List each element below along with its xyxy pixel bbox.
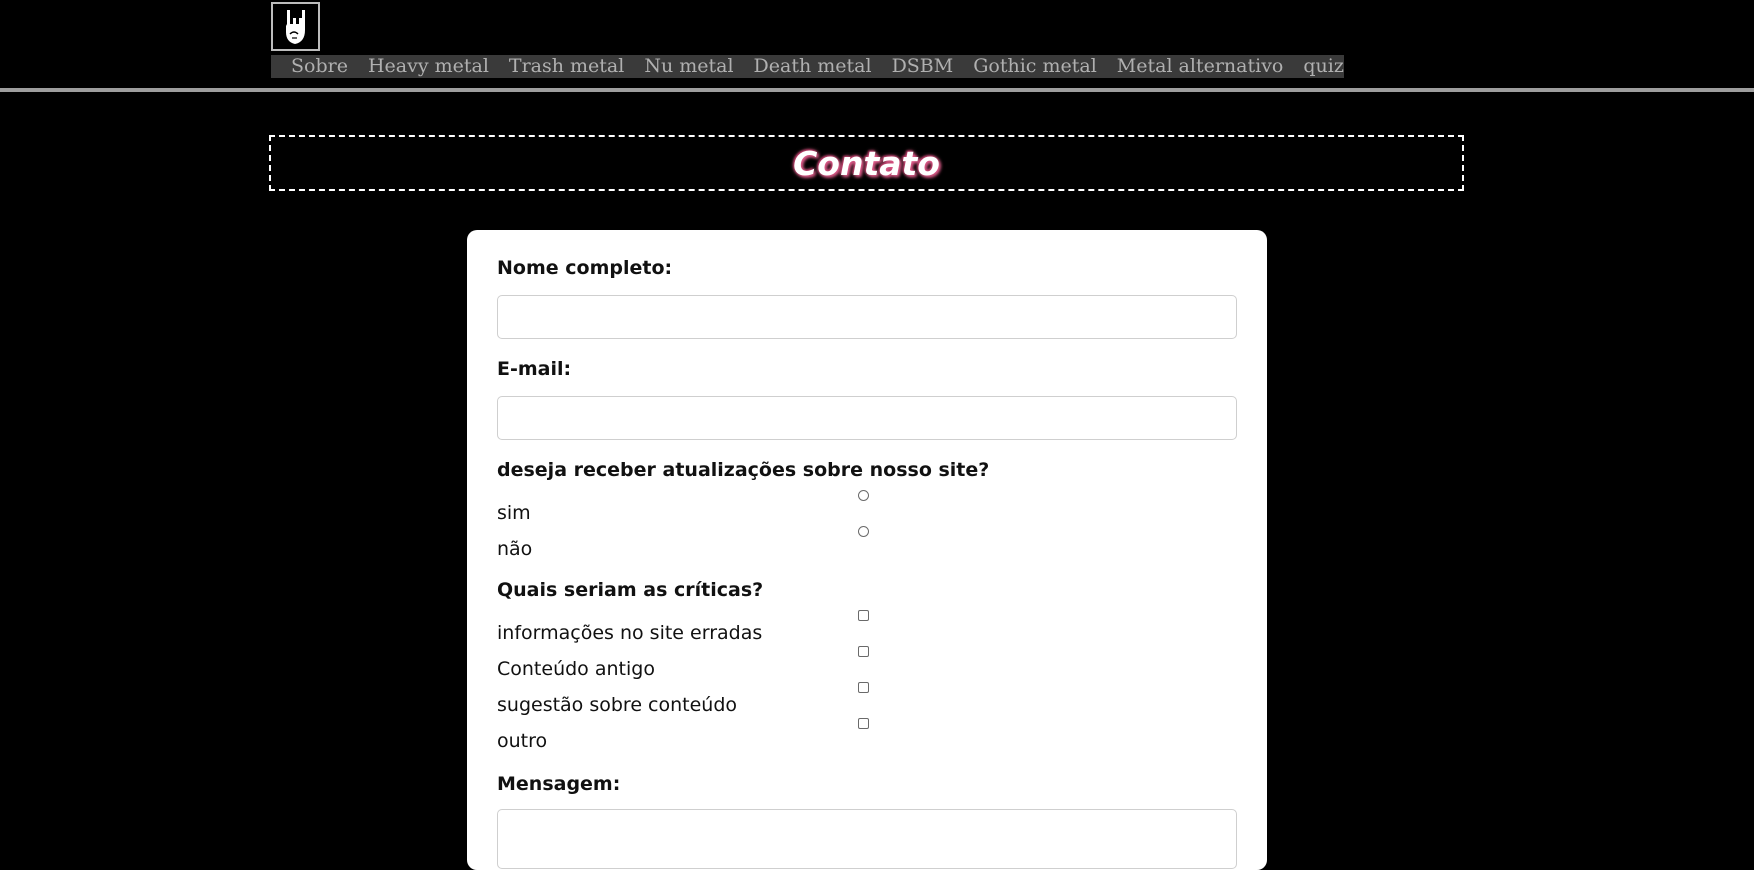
checkbox-outro-label: outro — [497, 730, 548, 752]
email-label: E-mail: — [497, 358, 572, 380]
rock-hand-icon — [273, 4, 318, 49]
main-nav: Sobre Heavy metal Trash metal Nu metal D… — [271, 55, 1344, 78]
checkbox-info-erradas-label: informações no site erradas — [497, 622, 763, 644]
name-input[interactable] — [497, 295, 1237, 339]
checkbox-sugestao-label: sugestão sobre conteúdo — [497, 694, 738, 716]
name-label: Nome completo: — [497, 257, 673, 279]
nav-item-nu-metal[interactable]: Nu metal — [644, 55, 733, 78]
radio-sim[interactable] — [858, 490, 869, 501]
checkbox-sugestao[interactable] — [858, 682, 869, 693]
email-input[interactable] — [497, 396, 1237, 440]
nav-item-sobre[interactable]: Sobre — [291, 55, 348, 78]
nav-item-gothic-metal[interactable]: Gothic metal — [973, 55, 1097, 78]
nav-item-metal-alternativo[interactable]: Metal alternativo — [1117, 55, 1284, 78]
page-title: Contato — [793, 143, 940, 183]
critiques-question: Quais seriam as críticas? — [497, 579, 764, 601]
site-header: Sobre Heavy metal Trash metal Nu metal D… — [0, 0, 1754, 92]
nav-item-trash-metal[interactable]: Trash metal — [509, 55, 624, 78]
site-logo[interactable] — [271, 2, 320, 51]
page-title-box: Contato — [269, 135, 1464, 191]
nav-item-quiz[interactable]: quiz — [1303, 55, 1344, 78]
checkbox-outro[interactable] — [858, 718, 869, 729]
checkbox-info-erradas[interactable] — [858, 610, 869, 621]
nav-item-dsbm[interactable]: DSBM — [892, 55, 954, 78]
radio-sim-label: sim — [497, 502, 531, 524]
message-textarea[interactable] — [497, 809, 1237, 869]
message-label: Mensagem: — [497, 773, 621, 795]
updates-question: deseja receber atualizações sobre nosso … — [497, 459, 990, 481]
radio-nao-label: não — [497, 538, 533, 560]
nav-item-heavy-metal[interactable]: Heavy metal — [368, 55, 489, 78]
contact-form: Nome completo: E-mail: deseja receber at… — [467, 230, 1267, 870]
checkbox-conteudo-antigo-label: Conteúdo antigo — [497, 658, 655, 680]
nav-item-death-metal[interactable]: Death metal — [754, 55, 872, 78]
checkbox-conteudo-antigo[interactable] — [858, 646, 869, 657]
radio-nao[interactable] — [858, 526, 869, 537]
